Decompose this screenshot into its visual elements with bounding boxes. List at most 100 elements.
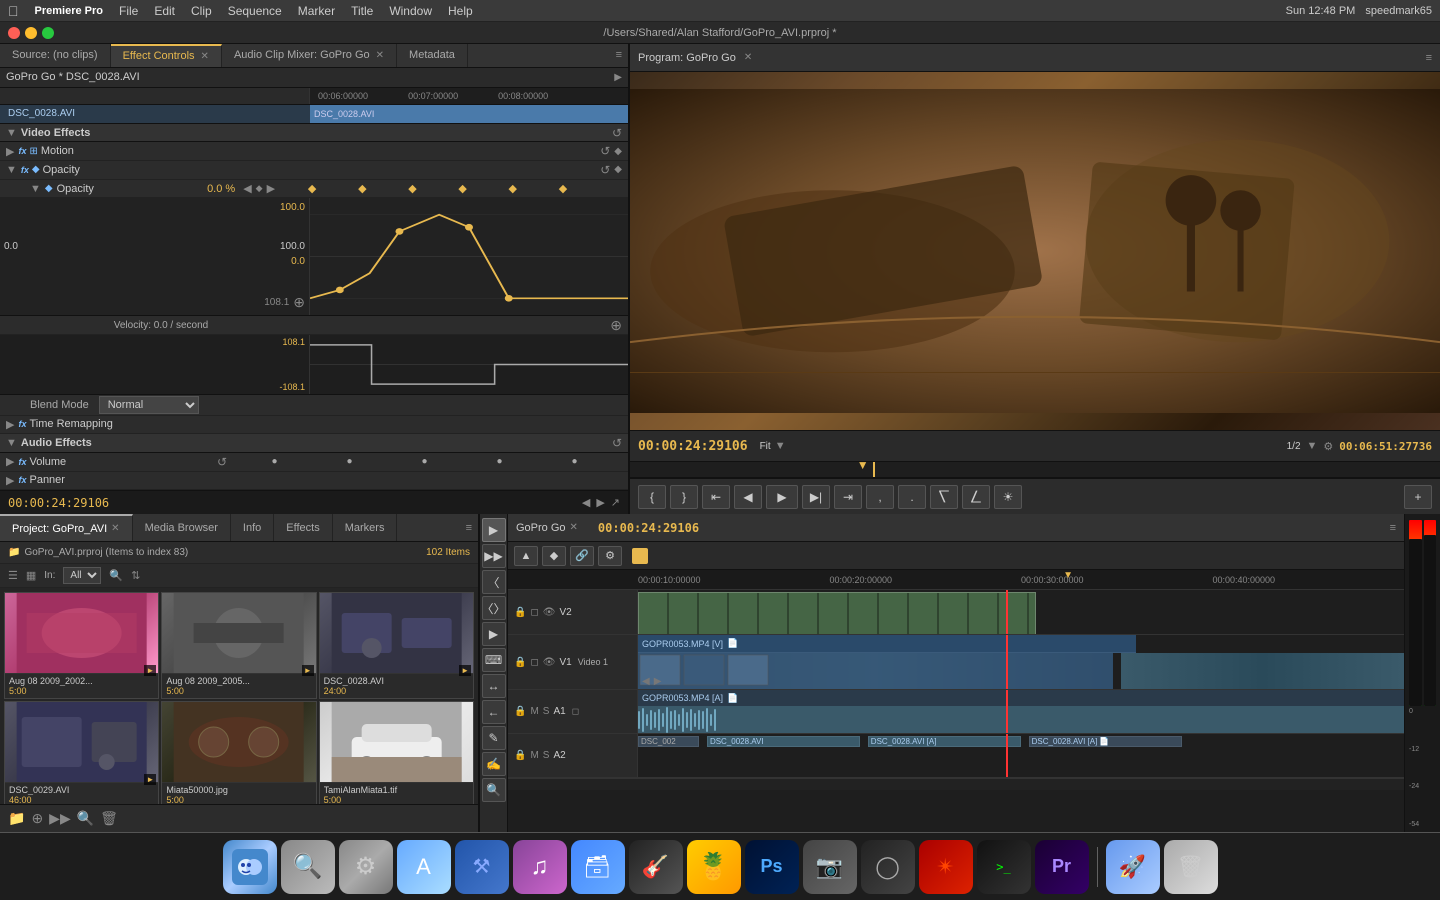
automate-button[interactable]: ▶▶ [49,810,71,827]
menu-title[interactable]: Title [351,4,373,18]
find-button[interactable]: 🔍 [77,810,94,827]
audio-effects-toggle-icon[interactable]: ▼ [6,437,17,449]
dock-icon-trash[interactable]: 🗑 [1164,840,1218,894]
a2-clip-2[interactable]: DSC_0028.AVI [707,736,860,747]
v1-clip-2[interactable] [1121,653,1404,689]
overwrite-button[interactable]: . [898,485,926,509]
ripple-edit-tool-button[interactable]: 〈 [482,570,506,594]
track-v1-lock-icon[interactable]: 🔒 [514,657,526,668]
mark-in-button[interactable]: { [638,485,666,509]
tab-info[interactable]: Info [231,514,274,541]
tab-media-browser[interactable]: Media Browser [133,514,231,541]
monitor-close-icon[interactable]: ✕ [744,52,752,63]
hand-tool-button[interactable]: ✍ [482,752,506,776]
slip-tool-button[interactable]: ↔ [482,674,506,698]
add-marker-button[interactable]: + [1404,485,1432,509]
vol-kf-3[interactable]: ● [421,456,427,467]
track-a1-mute-icon[interactable]: M [530,706,538,717]
step-back-button[interactable]: ◀ [734,485,762,509]
tl-btn-snap[interactable]: ▲ [514,546,538,566]
dock-icon-premiere[interactable]: Pr [1035,840,1089,894]
close-project-tab-icon[interactable]: ✕ [111,523,119,534]
panel-menu-icon[interactable]: ≡ [610,49,628,61]
rate-stretch-tool-button[interactable]: ▶ [482,622,506,646]
vol-kf-2[interactable]: ● [346,456,352,467]
dock-icon-aperture[interactable]: ◯ [861,840,915,894]
ec-timecode[interactable]: 00:00:24:29106 [8,496,109,510]
track-a1-content[interactable]: GOPR0053.MP4 [A] 📄 [638,690,1404,733]
dock-icon-pineapple[interactable]: 🍍 [687,840,741,894]
a2-clip-4[interactable]: DSC_0028.AVI [A] 📄 [1029,736,1182,747]
media-item-5[interactable]: Miata50000.jpg 5:00 [161,701,316,804]
dock-icon-xcode[interactable]: ⚒ [455,840,509,894]
ec-zoom-in-icon[interactable]: ▶ [596,496,604,509]
opacity-keyframe-toggle-icon[interactable]: ◆ [614,164,622,175]
view-toggle-icon[interactable]: ☰ [8,569,18,582]
opacity-nav-left-icon[interactable]: ◀ [243,182,251,195]
ec-zoom-out-icon[interactable]: ◀ [582,496,590,509]
search-in-select[interactable]: All [63,567,101,584]
rolling-edit-tool-button[interactable]: 〈〉 [482,596,506,620]
media-item-3[interactable]: DSC_0028.AVI 24:00 ► [319,592,474,699]
grid-view-icon[interactable]: ▦ [26,569,36,582]
opacity-toggle-icon[interactable]: ▼ [6,164,17,176]
menu-edit[interactable]: Edit [154,4,175,18]
menu-help[interactable]: Help [448,4,473,18]
menu-sequence[interactable]: Sequence [228,4,282,18]
tab-effect-controls[interactable]: Effect Controls ✕ [111,44,222,67]
menu-file[interactable]: File [119,4,138,18]
fit-dropdown-icon[interactable]: ▼ [775,440,786,452]
media-item-4[interactable]: DSC_0029.AVI 46:00 ► [4,701,159,804]
search-icon[interactable]: 🔍 [109,569,123,582]
dock-icon-finder[interactable] [223,840,277,894]
track-a2-lock-icon[interactable]: 🔒 [514,750,526,761]
opacity-nav-right-icon[interactable]: ▶ [267,182,275,195]
media-item-2[interactable]: Aug 08 2009_2005... 5:00 ► [161,592,316,699]
tl-btn-add-marker[interactable]: ◆ [542,546,566,566]
step-forward-button[interactable]: ▶| [802,485,830,509]
track-v1-content[interactable]: GOPR0053.MP4 [V] 📄 [638,635,1404,689]
lift-button[interactable]: ⎲ [930,485,958,509]
media-item-6[interactable]: TamiAlanMiata1.tif 5:00 [319,701,474,804]
tab-source[interactable]: Source: (no clips) [0,44,111,67]
tab-markers[interactable]: Markers [333,514,398,541]
menu-marker[interactable]: Marker [298,4,335,18]
blend-mode-select[interactable]: Normal Multiply Screen Overlay [99,396,199,414]
opacity-reset-icon[interactable]: ↺ [600,163,610,177]
mark-out-button[interactable]: } [670,485,698,509]
ec-export-icon[interactable]: ↗ [611,496,620,509]
menu-clip[interactable]: Clip [191,4,212,18]
dock-icon-appstore[interactable]: A [397,840,451,894]
a1-audio-waveform[interactable] [638,706,1404,733]
tab-audio-clip-mixer[interactable]: Audio Clip Mixer: GoPro Go ✕ [222,44,397,67]
monitor-playhead-marker[interactable] [873,462,875,477]
dock-icon-launchpad[interactable]: 🚀 [1106,840,1160,894]
monitor-timecode[interactable]: 00:00:24:29106 [638,439,748,454]
tab-metadata[interactable]: Metadata [397,44,468,67]
close-audio-mixer-icon[interactable]: ✕ [376,50,384,61]
sequence-clip-bar[interactable]: DSC_0028.AVI [314,109,374,119]
select-tool-button[interactable]: ▶ [482,518,506,542]
track-v1-eye-icon[interactable]: 👁 [543,657,556,668]
keyframe-diamond-6[interactable]: ◆ [559,182,567,195]
track-a1-lock-icon[interactable]: 🔒 [514,706,526,717]
track-a2-content[interactable]: DSC_002 DSC_0028.AVI DSC_0028.AVI [A] DS… [638,734,1404,777]
time-remap-toggle-icon[interactable]: ▶ [6,418,14,431]
tl-btn-link[interactable]: 🔗 [570,546,594,566]
clip-expand-icon[interactable]: ▶ [614,72,622,83]
dock-icon-itunes[interactable]: ♫ [513,840,567,894]
monitor-ruler[interactable]: ▼ [630,462,1440,478]
slide-tool-button[interactable]: ← [482,700,506,724]
track-select-tool-button[interactable]: ▶▶ [482,544,506,568]
volume-reset-icon[interactable]: ↺ [217,455,227,469]
dock-icon-garageband[interactable]: 🎸 [629,840,683,894]
timeline-panel-menu-icon[interactable]: ≡ [1390,522,1396,534]
motion-toggle-icon[interactable]: ▶ [6,145,14,158]
audio-effects-reset-icon[interactable]: ↺ [612,436,622,450]
opacity-value[interactable]: 0.0 % [207,183,235,195]
tab-project[interactable]: Project: GoPro_AVI ✕ [0,514,133,541]
motion-keyframe-icon[interactable]: ◆ [614,146,622,157]
dock-icon-photoshop[interactable]: Ps [745,840,799,894]
razor-tool-button[interactable]: ⌨ [482,648,506,672]
delete-button[interactable]: 🗑 [100,810,118,827]
